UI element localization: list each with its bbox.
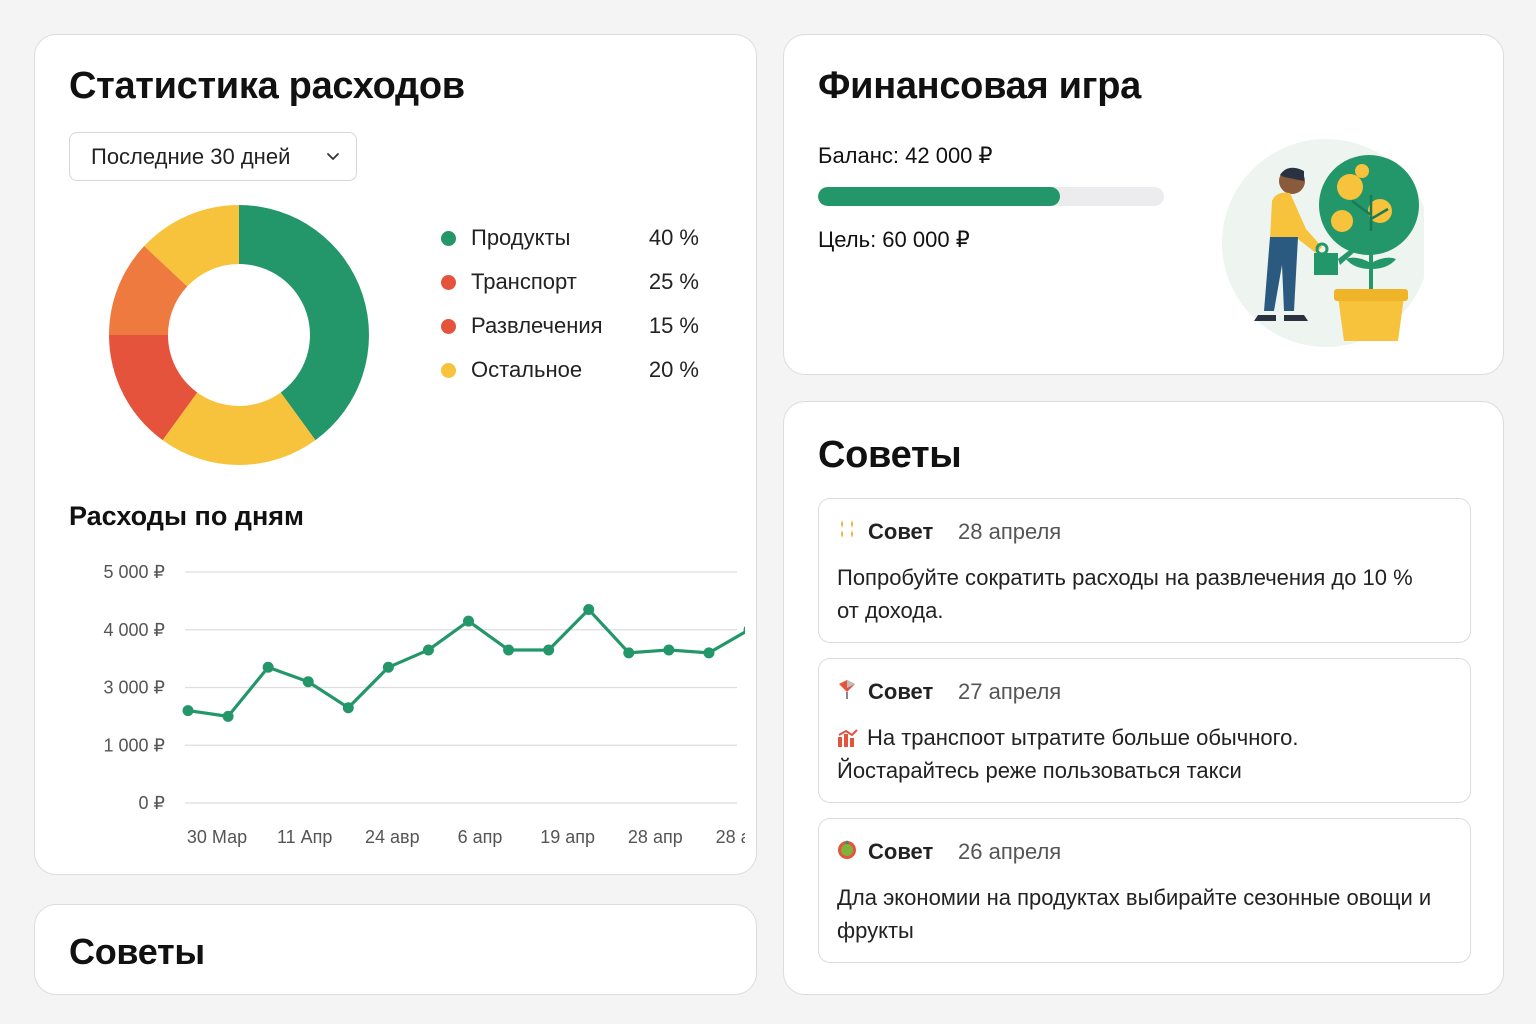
y-tick-label: 4 000 ₽ xyxy=(104,620,166,640)
x-tick-label: 30 Мар xyxy=(187,827,247,847)
y-tick-label: 0 ₽ xyxy=(139,793,165,813)
tip-text-content: На транспоот ытратите больше обычного. Й… xyxy=(837,725,1299,783)
money-tree-illustration xyxy=(1222,139,1424,347)
tip-text: Дла экономии на продуктах выбирайте сезо… xyxy=(837,885,1432,943)
expense-point xyxy=(182,705,194,717)
legend-percent-transport: 25 % xyxy=(648,269,699,294)
tip-text: Попробуйте сократить расходы на развлече… xyxy=(837,565,1413,623)
pin-icon xyxy=(839,680,855,699)
y-tick-label: 1 000 ₽ xyxy=(104,735,166,755)
tip-kind-label: Совет xyxy=(868,839,934,864)
expense-point xyxy=(422,644,434,656)
tip-kind-label: Совет xyxy=(868,679,934,704)
legend-dot-products xyxy=(441,231,456,246)
goal-label: Цель: 60 000 ₽ xyxy=(818,227,970,252)
tip-date: 27 апреля xyxy=(958,679,1062,704)
balance-progress-fill xyxy=(818,187,1061,206)
vegetable-icon xyxy=(838,840,856,859)
expense-stats-card: Статистика расходов Последние 30 дней Пр… xyxy=(34,34,757,875)
expense-point xyxy=(262,661,274,673)
category-donut-chart xyxy=(109,205,369,465)
legend-label-transport: Транспорт xyxy=(471,269,577,294)
legend-percent-entertainment: 15 % xyxy=(648,313,699,338)
legend-label-products: Продукты xyxy=(471,225,571,250)
period-select[interactable]: Последние 30 дней xyxy=(69,132,357,181)
tip-kind-label: Совет xyxy=(868,519,934,544)
expense-point xyxy=(302,676,314,688)
tips-bottom-card: Советы xyxy=(34,904,757,995)
financial-game-card: Финансовая игра Баланс: 42 000 ₽ Цель: 6… xyxy=(783,34,1504,375)
balance-progress-bar xyxy=(818,187,1164,206)
legend-dot-transport xyxy=(441,275,456,290)
tips-bottom-title: Советы xyxy=(69,931,205,972)
expense-point xyxy=(703,647,715,659)
sparkle-icon xyxy=(841,520,853,538)
tips-card: Советы Совет 28 апреля Попробуйте сократ… xyxy=(783,401,1504,995)
expense-point xyxy=(382,661,394,673)
legend-label-other: Остальное xyxy=(471,357,583,382)
x-tick-label: 6 апр xyxy=(458,827,503,847)
tip-date: 28 апреля xyxy=(958,519,1062,544)
expense-stats-title: Статистика расходов xyxy=(69,65,465,107)
expense-point xyxy=(463,615,474,627)
daily-expenses-line-chart: 5 000 ₽ 4 000 ₽ 3 000 ₽ 1 000 ₽ 0 ₽ 30 Мар 11 … xyxy=(104,562,745,847)
tip-text: На транспоот ытратите больше обычного. Й… xyxy=(837,721,1437,787)
legend-item-entertainment: Развлечения 15 % xyxy=(439,311,699,341)
x-tick-label: 24 авр xyxy=(365,827,420,847)
y-tick-label: 5 000 ₽ xyxy=(104,562,166,582)
tips-title: Советы xyxy=(818,434,962,476)
rising-chart-icon xyxy=(838,729,858,747)
x-tick-label: 28 апр xyxy=(716,827,745,847)
tip-item[interactable]: Совет 28 апреля Попробуйте сократить рас… xyxy=(818,498,1471,643)
chevron-down-icon xyxy=(327,153,339,160)
expense-point xyxy=(222,710,234,722)
period-select-value: Последние 30 дней xyxy=(91,143,291,169)
legend-percent-other: 20 % xyxy=(648,357,699,382)
financial-game-title: Финансовая игра xyxy=(818,65,1141,107)
legend-dot-entertainment xyxy=(441,319,456,334)
expense-point xyxy=(342,702,354,714)
expense-point xyxy=(543,644,555,656)
legend-label-entertainment: Развлечения xyxy=(471,313,603,338)
x-tick-label: 28 апр xyxy=(628,827,683,847)
x-tick-label: 19 апр xyxy=(540,827,595,847)
expense-point xyxy=(503,644,515,656)
expense-point xyxy=(583,604,595,616)
y-tick-label: 3 000 ₽ xyxy=(104,678,166,698)
daily-expenses-title: Расходы по дням xyxy=(69,501,304,531)
tip-date: 26 апреля xyxy=(958,839,1062,864)
expense-point xyxy=(663,644,675,656)
balance-label: Баланс: 42 000 ₽ xyxy=(818,143,993,168)
legend-item-products: Продукты 40 % xyxy=(439,223,699,253)
x-tick-label: 11 Апр xyxy=(277,827,332,847)
tip-item[interactable]: Совет 26 апреля Дла экономии на продукта… xyxy=(818,818,1471,963)
legend-item-other: Остальное 20 % xyxy=(439,355,699,385)
legend-dot-other xyxy=(441,363,456,378)
tip-item[interactable]: Совет 27 апреля На транспоот ытратите бо… xyxy=(818,658,1471,803)
legend-item-transport: Транспорт 25 % xyxy=(439,267,699,297)
expense-point xyxy=(623,647,635,659)
legend-percent-products: 40 % xyxy=(648,225,699,250)
